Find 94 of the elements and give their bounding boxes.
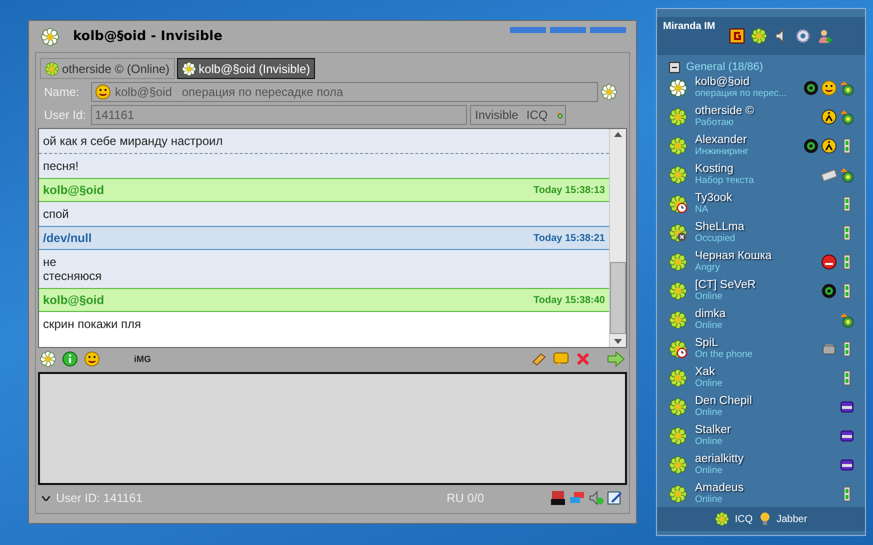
contact-item[interactable]: kolb@§oid операция по перес...: [657, 73, 865, 102]
status-user-id: User ID: 141161: [56, 491, 142, 505]
contact-item[interactable]: dimka Online: [657, 305, 865, 334]
contact-status: Online: [695, 320, 724, 331]
chat-tab[interactable]: kolb@§oid (Invisible): [176, 58, 316, 79]
contact-status: NA: [695, 204, 710, 215]
protocol-name: ICQ: [526, 108, 548, 122]
protocol-name[interactable]: ICQ: [734, 514, 753, 524]
lightbulb-icon: [758, 512, 771, 526]
contact-name: Ty3ook: [695, 192, 734, 204]
status-icon: [601, 84, 617, 100]
contact-status: On the phone: [695, 349, 754, 360]
message-text: ой как я себе миранду настроил: [43, 134, 223, 148]
message-time: Today 15:38:21: [533, 232, 605, 244]
chevron-down-icon[interactable]: [42, 496, 50, 500]
info-icon[interactable]: [62, 351, 78, 367]
contact-name: Den Chepil: [695, 395, 753, 407]
scrollbar[interactable]: [609, 129, 626, 347]
quote-icon[interactable]: [553, 351, 569, 367]
message-text: скрин покажи пля: [43, 317, 142, 331]
contact-name: SheLLma: [695, 221, 746, 233]
contact-name: Черная Кошка: [695, 250, 773, 262]
contact-item[interactable]: Alexander Инжиниринг: [657, 131, 865, 160]
message-input[interactable]: [38, 372, 627, 485]
send-arrow-icon[interactable]: [607, 351, 625, 367]
chat-tab[interactable]: otherside © (Online): [40, 58, 175, 79]
scroll-thumb[interactable]: [610, 262, 626, 334]
userid-value: 141161: [95, 108, 134, 122]
contact-item[interactable]: SpiL On the phone: [657, 334, 865, 363]
scroll-up-icon[interactable]: [614, 132, 622, 137]
message-time: Today 15:38:13: [533, 184, 605, 196]
message-time: Today 15:38:40: [533, 294, 605, 306]
contact-item[interactable]: [CT] SeVeR Online: [657, 276, 865, 305]
letter-g-icon[interactable]: [729, 28, 746, 44]
sound-icon[interactable]: [588, 490, 604, 506]
settings-icon[interactable]: [795, 28, 812, 44]
contact-name: dimka: [695, 308, 727, 320]
contact-name: Xak: [695, 366, 716, 378]
contact-item[interactable]: Den Chepil Online: [657, 392, 865, 421]
contact-status: Online: [695, 407, 724, 418]
userid-label: User Id:: [43, 108, 88, 122]
contact-name: Amadeus: [695, 482, 745, 494]
status-text: Invisible: [475, 108, 518, 122]
sender-name: kolb@§oid: [43, 183, 104, 197]
contact-status: Набор текста: [695, 175, 755, 186]
contact-item[interactable]: Черная Кошка Angry: [657, 247, 865, 276]
collapse-icon[interactable]: [669, 62, 680, 72]
contact-item[interactable]: SheLLma Occupied: [657, 218, 865, 247]
typing-notify-icon[interactable]: [607, 490, 623, 506]
contact-status: Online: [695, 378, 724, 389]
scroll-down-icon[interactable]: [614, 339, 622, 344]
contact-name: SpiL: [695, 337, 720, 349]
name-label: Name:: [43, 84, 80, 98]
contact-status: Online: [695, 436, 724, 447]
contact-name: Alexander: [695, 134, 748, 146]
contact-item[interactable]: otherside © Работаю: [657, 102, 865, 131]
sender-name: /dev/null: [43, 231, 92, 245]
contact-item[interactable]: Kosting Набор текста: [657, 160, 865, 189]
contact-name: [CT] SeVeR: [695, 279, 757, 291]
message-text: спой: [43, 207, 69, 221]
contact-status: Angry: [695, 262, 721, 273]
name-value: kolb@§oid операция по пересадке пола: [115, 84, 344, 98]
contact-status: Работаю: [695, 117, 734, 128]
protocol-icon: [714, 512, 729, 526]
protocol-menu-icon: [40, 351, 56, 367]
contact-status: Инжиниринг: [695, 146, 750, 157]
contact-item[interactable]: Amadeus Online: [657, 479, 865, 507]
app-title: Miranda IM: [663, 21, 716, 32]
contact-status: Occupied: [695, 233, 736, 244]
contact-status: Online: [695, 494, 724, 505]
contact-item[interactable]: Ty3ook NA: [657, 189, 865, 218]
message-text: не стесняюся: [43, 255, 102, 283]
contact-status: Online: [695, 465, 724, 476]
smiley-icon: [95, 84, 111, 100]
contact-name: aerialkitty: [695, 453, 745, 465]
sender-name: kolb@§oid: [43, 293, 104, 307]
contact-status: операция по перес...: [695, 88, 788, 99]
keyboard-layout: RU 0/0: [446, 491, 484, 505]
contact-name: otherside ©: [695, 105, 755, 117]
window-title: kolb@§oid - Invisible: [73, 29, 222, 44]
contact-name: Stalker: [695, 424, 732, 436]
contact-item[interactable]: Xak Online: [657, 363, 865, 392]
protocol-name[interactable]: Jabber: [776, 514, 808, 524]
smiley-icon: [84, 351, 100, 367]
message-text: песня!: [43, 159, 79, 173]
contact-item[interactable]: Stalker Online: [657, 421, 865, 450]
contact-item[interactable]: aerialkitty Online: [657, 450, 865, 479]
contact-name: Kosting: [695, 163, 734, 175]
status-menu-icon: [751, 28, 768, 44]
add-contact-icon[interactable]: [817, 28, 834, 44]
contact-status: Online: [695, 291, 724, 302]
group-name[interactable]: General (18/86): [686, 61, 764, 73]
image-button[interactable]: iMG: [134, 354, 151, 364]
contact-name: kolb@§oid: [695, 76, 751, 88]
